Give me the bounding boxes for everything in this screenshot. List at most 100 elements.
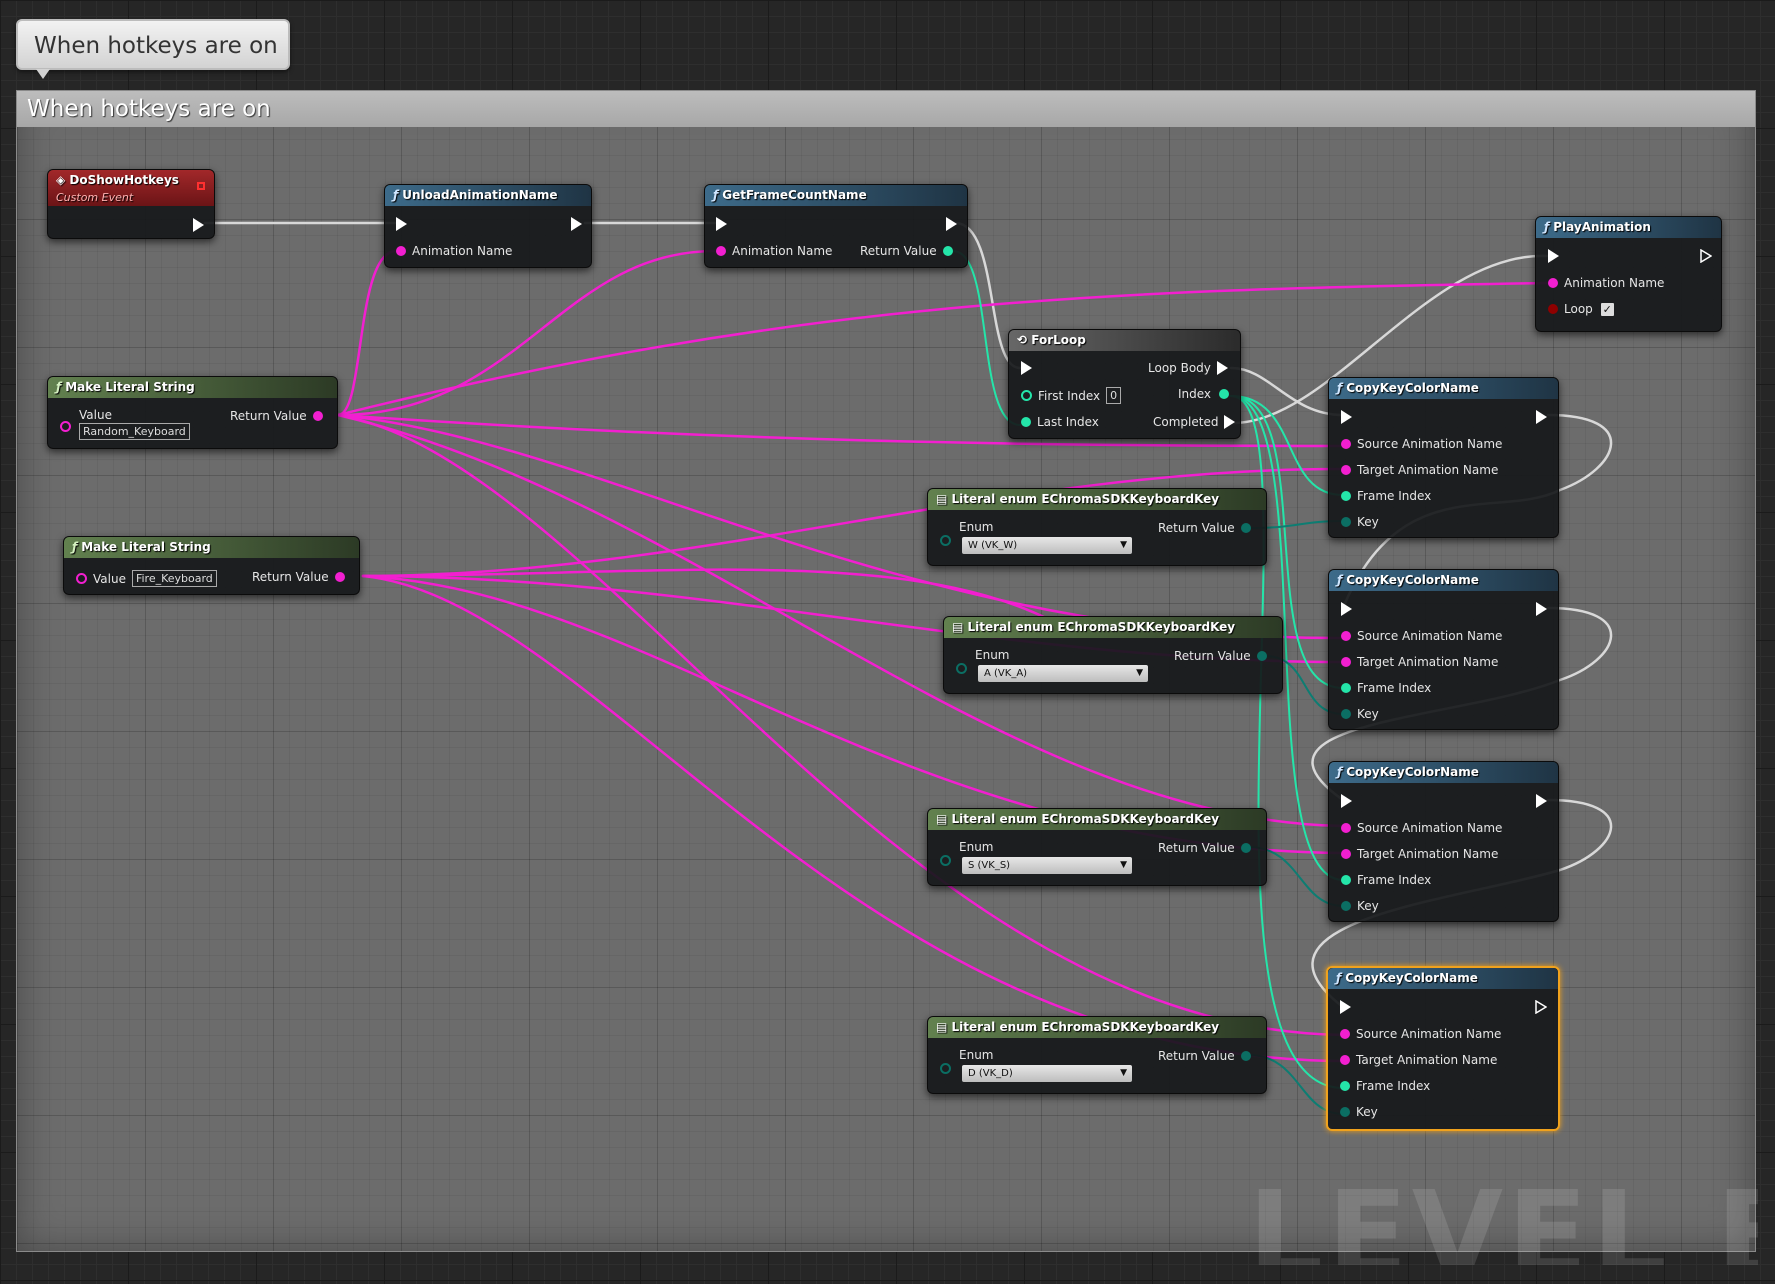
enum3-dropdown[interactable]: S (VK_S) ▼ [962, 857, 1132, 874]
enum1-dropdown[interactable]: W (VK_W) ▼ [962, 537, 1132, 554]
copy3-exec-out-pin[interactable] [1536, 794, 1547, 808]
copy3-source-pin[interactable]: Source Animation Name [1341, 821, 1502, 835]
string-pin-icon [1341, 823, 1351, 833]
mls2-value-field[interactable]: Fire_Keyboard [131, 570, 217, 587]
enum3-title: Literal enum EChromaSDKKeyboardKey [951, 812, 1220, 826]
unload-exec-in-pin[interactable] [396, 217, 407, 231]
play-exec-in-pin[interactable] [1548, 249, 1559, 263]
copy4-header: ƒ CopyKeyColorName [1328, 968, 1558, 989]
mls2-value-pin[interactable]: Value Fire_Keyboard [76, 570, 217, 587]
copy1-key-pin[interactable]: Key [1341, 515, 1379, 529]
int-pin-icon [1021, 390, 1032, 401]
pin-label: Return Value [1158, 841, 1235, 855]
enum4-value: D (VK_D) [968, 1068, 1013, 1079]
copy1-exec-out-pin[interactable] [1536, 410, 1547, 424]
enum4-in-pin[interactable] [940, 1063, 951, 1074]
enum2-in-pin[interactable] [956, 663, 967, 674]
forloop-completed-pin[interactable]: Completed [1153, 415, 1236, 429]
enum1-value: W (VK_W) [968, 540, 1018, 551]
unload-anim-name-pin[interactable]: Animation Name [396, 244, 512, 258]
event-delegate-pin[interactable] [197, 182, 205, 190]
enum4-title: Literal enum EChromaSDKKeyboardKey [951, 1020, 1220, 1034]
copy-key-color-name-node-3[interactable]: ƒ CopyKeyColorName Source Animation Name … [1328, 761, 1559, 922]
forloop-first-index-pin[interactable]: First Index 0 [1021, 387, 1122, 404]
literal-enum-node-1[interactable]: ▤ Literal enum EChromaSDKKeyboardKey Enu… [927, 488, 1267, 566]
copy1-exec-in-pin[interactable] [1341, 410, 1352, 424]
play-anim-name-pin[interactable]: Animation Name [1548, 276, 1664, 290]
enum4-label: Enum [959, 1048, 994, 1062]
copy4-frame-pin[interactable]: Frame Index [1340, 1079, 1430, 1093]
getframe-exec-in-pin[interactable] [716, 217, 727, 231]
mls1-value-pin[interactable] [60, 421, 71, 432]
copy3-target-pin[interactable]: Target Animation Name [1341, 847, 1498, 861]
enum4-return-pin[interactable]: Return Value [1158, 1049, 1251, 1063]
chevron-down-icon: ▼ [1120, 540, 1127, 550]
copy3-exec-in-pin[interactable] [1341, 794, 1352, 808]
string-pin-icon [312, 411, 323, 421]
copy3-frame-pin[interactable]: Frame Index [1341, 873, 1431, 887]
mls1-value-field[interactable]: Random_Keyboard [79, 423, 190, 440]
copy2-exec-out-pin[interactable] [1536, 602, 1547, 616]
make-literal-string-node-1[interactable]: ƒ Make Literal String Value Random_Keyboa… [47, 376, 338, 449]
getframe-header: ƒ GetFrameCountName [705, 185, 967, 206]
getframe-return-pin[interactable]: Return Value [860, 244, 953, 258]
mls1-return-pin[interactable]: Return Value [230, 409, 323, 423]
pin-label: Return Value [1158, 521, 1235, 535]
literal-enum-node-4[interactable]: ▤ Literal enum EChromaSDKKeyboardKey Enu… [927, 1016, 1267, 1094]
play-loop-pin[interactable]: Loop ✓ [1548, 302, 1614, 316]
enum1-in-pin[interactable] [940, 535, 951, 546]
string-pin-icon [334, 572, 345, 582]
loop-checkbox[interactable]: ✓ [1600, 302, 1614, 316]
getframe-anim-name-pin[interactable]: Animation Name [716, 244, 832, 258]
copy2-source-pin[interactable]: Source Animation Name [1341, 629, 1502, 643]
enum3-return-pin[interactable]: Return Value [1158, 841, 1251, 855]
pin-label: Completed [1153, 415, 1219, 429]
enum3-in-pin[interactable] [940, 855, 951, 866]
chevron-down-icon: ▼ [1120, 860, 1127, 870]
mls2-return-pin[interactable]: Return Value [252, 570, 345, 584]
forloop-exec-in-pin[interactable] [1021, 361, 1032, 375]
pin-label: Source Animation Name [1357, 437, 1503, 451]
for-loop-node[interactable]: ⟲ ForLoop Loop Body First Index 0 Index L… [1008, 329, 1241, 439]
event-diamond-icon: ◈ [56, 173, 70, 187]
int-pin-icon [1340, 1081, 1350, 1091]
unload-header: ƒ UnloadAnimationName [385, 185, 591, 206]
copy2-frame-pin[interactable]: Frame Index [1341, 681, 1431, 695]
get-frame-count-name-node[interactable]: ƒ GetFrameCountName Animation Name Return… [704, 184, 968, 268]
copy-key-color-name-node-4[interactable]: ƒ CopyKeyColorName Source Animation Name … [1326, 966, 1560, 1131]
do-show-hotkeys-event-node[interactable]: ◈ DoShowHotkeys Custom Event [47, 169, 215, 239]
play-exec-out-pin[interactable] [1700, 249, 1712, 263]
event-exec-out-pin[interactable] [193, 218, 204, 232]
copy1-frame-pin[interactable]: Frame Index [1341, 489, 1431, 503]
enum4-dropdown[interactable]: D (VK_D) ▼ [962, 1065, 1132, 1082]
copy1-target-pin[interactable]: Target Animation Name [1341, 463, 1498, 477]
enum2-return-pin[interactable]: Return Value [1174, 649, 1267, 663]
first-index-field[interactable]: 0 [1106, 387, 1122, 404]
literal-enum-node-3[interactable]: ▤ Literal enum EChromaSDKKeyboardKey Enu… [927, 808, 1267, 886]
make-literal-string-node-2[interactable]: ƒ Make Literal String Value Fire_Keyboard … [63, 536, 360, 595]
play-animation-node[interactable]: ƒ PlayAnimation Animation Name Loop ✓ [1535, 216, 1722, 332]
getframe-exec-out-pin[interactable] [946, 217, 957, 231]
copy1-source-pin[interactable]: Source Animation Name [1341, 437, 1502, 451]
enum2-dropdown[interactable]: A (VK_A) ▼ [978, 665, 1148, 682]
enum1-return-pin[interactable]: Return Value [1158, 521, 1251, 535]
forloop-index-pin[interactable]: Index [1178, 387, 1230, 401]
forloop-last-index-pin[interactable]: Last Index [1021, 415, 1099, 429]
unload-exec-out-pin[interactable] [571, 217, 582, 231]
copy4-exec-in-pin[interactable] [1340, 1000, 1351, 1014]
copy3-key-pin[interactable]: Key [1341, 899, 1379, 913]
string-pin-icon [716, 246, 726, 256]
copy2-target-pin[interactable]: Target Animation Name [1341, 655, 1498, 669]
pin-label: Index [1178, 387, 1212, 401]
literal-enum-node-2[interactable]: ▤ Literal enum EChromaSDKKeyboardKey Enu… [943, 616, 1283, 694]
copy4-exec-out-pin[interactable] [1535, 1000, 1547, 1014]
copy4-source-pin[interactable]: Source Animation Name [1340, 1027, 1501, 1041]
copy4-key-pin[interactable]: Key [1340, 1105, 1378, 1119]
forloop-loop-body-pin[interactable]: Loop Body [1148, 361, 1228, 375]
unload-animation-name-node[interactable]: ƒ UnloadAnimationName Animation Name [384, 184, 592, 268]
copy-key-color-name-node-2[interactable]: ƒ CopyKeyColorName Source Animation Name … [1328, 569, 1559, 730]
copy2-key-pin[interactable]: Key [1341, 707, 1379, 721]
copy2-exec-in-pin[interactable] [1341, 602, 1352, 616]
copy-key-color-name-node-1[interactable]: ƒ CopyKeyColorName Source Animation Name … [1328, 377, 1559, 538]
copy4-target-pin[interactable]: Target Animation Name [1340, 1053, 1497, 1067]
